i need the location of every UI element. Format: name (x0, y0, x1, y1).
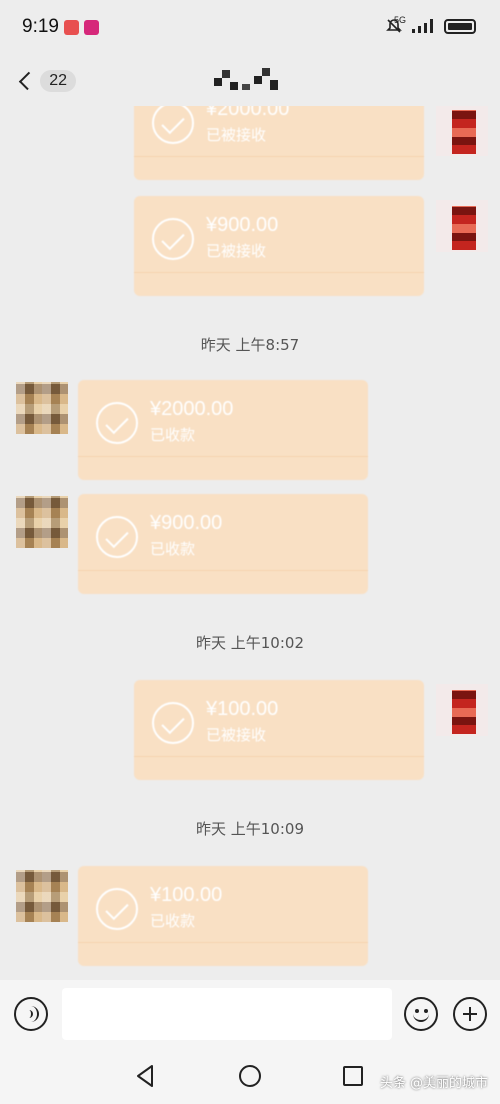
bubble-divider (134, 756, 424, 757)
message-input[interactable] (62, 988, 392, 1040)
signal-icon (412, 19, 433, 33)
my-avatar[interactable] (436, 200, 488, 252)
nav-recent-icon[interactable] (343, 1066, 363, 1086)
transfer-status: 已被接收 (206, 726, 267, 744)
check-circle-icon (152, 106, 194, 144)
check-circle-icon (152, 702, 194, 744)
emoji-mouth (413, 1013, 429, 1022)
input-bar (0, 980, 500, 1050)
transfer-bubble[interactable]: ¥100.00 已收款 (78, 866, 368, 966)
transfer-amount: ¥2000.00 (206, 106, 290, 120)
network-label: 5G (393, 15, 406, 25)
status-bar: 9:19 5G (0, 0, 500, 56)
nav-home-icon[interactable] (239, 1065, 261, 1087)
contact-avatar[interactable] (16, 870, 68, 922)
plus-icon[interactable] (453, 997, 487, 1031)
transfer-status: 已收款 (150, 912, 196, 930)
bubble-divider (134, 156, 424, 157)
transfer-bubble[interactable]: ¥2000.00 已被接收 (134, 106, 424, 180)
back-button[interactable]: 22 (16, 66, 76, 96)
transfer-status: 已收款 (150, 426, 196, 444)
bubble-divider (78, 570, 368, 571)
transfer-status: 已收款 (150, 540, 196, 558)
check-circle-icon (96, 888, 138, 930)
message-timestamp: 昨天 上午8:57 (200, 336, 300, 354)
transfer-bubble[interactable]: ¥2000.00 已收款 (78, 380, 368, 480)
back-chevron-icon (18, 71, 38, 91)
transfer-amount: ¥100.00 (206, 698, 279, 720)
chat-messages[interactable]: ¥2000.00 已被接收 ¥900.00 已被接收 昨天 上午8:57 ¥20… (0, 106, 500, 980)
nav-back-icon[interactable] (134, 1064, 156, 1088)
contact-avatar[interactable] (16, 496, 68, 548)
unread-count-badge: 22 (40, 70, 76, 92)
system-nav-bar: 头条 @美丽的城市 (0, 1050, 500, 1104)
status-time: 9:19 (22, 16, 59, 37)
battery-icon (444, 18, 476, 34)
bubble-divider (78, 942, 368, 943)
transfer-amount: ¥900.00 (150, 512, 223, 534)
check-circle-icon (96, 402, 138, 444)
transfer-status: 已被接收 (206, 242, 267, 260)
transfer-bubble[interactable]: ¥900.00 已被接收 (134, 196, 424, 296)
message-timestamp: 昨天 上午10:02 (196, 634, 304, 652)
transfer-amount: ¥100.00 (150, 884, 223, 906)
transfer-amount: ¥900.00 (206, 214, 279, 236)
my-avatar[interactable] (436, 684, 488, 736)
transfer-status: 已被接收 (206, 126, 267, 144)
check-circle-icon (96, 516, 138, 558)
message-timestamp: 昨天 上午10:09 (196, 820, 304, 838)
chat-header: 22 (0, 56, 500, 106)
my-avatar[interactable] (436, 106, 488, 156)
contact-name-redacted (214, 68, 278, 90)
transfer-amount: ¥2000.00 (150, 398, 234, 420)
bubble-divider (78, 456, 368, 457)
status-indicators: 5G (386, 15, 476, 34)
transfer-bubble[interactable]: ¥900.00 已收款 (78, 494, 368, 594)
transfer-bubble[interactable]: ¥100.00 已被接收 (134, 680, 424, 780)
emoji-icon[interactable] (404, 997, 438, 1031)
contact-avatar[interactable] (16, 382, 68, 434)
notification-icon (64, 20, 79, 35)
voice-icon[interactable] (14, 997, 48, 1031)
watermark: 头条 @美丽的城市 (379, 1076, 488, 1091)
app-notification-icon (84, 20, 99, 35)
bubble-divider (134, 272, 424, 273)
check-circle-icon (152, 218, 194, 260)
